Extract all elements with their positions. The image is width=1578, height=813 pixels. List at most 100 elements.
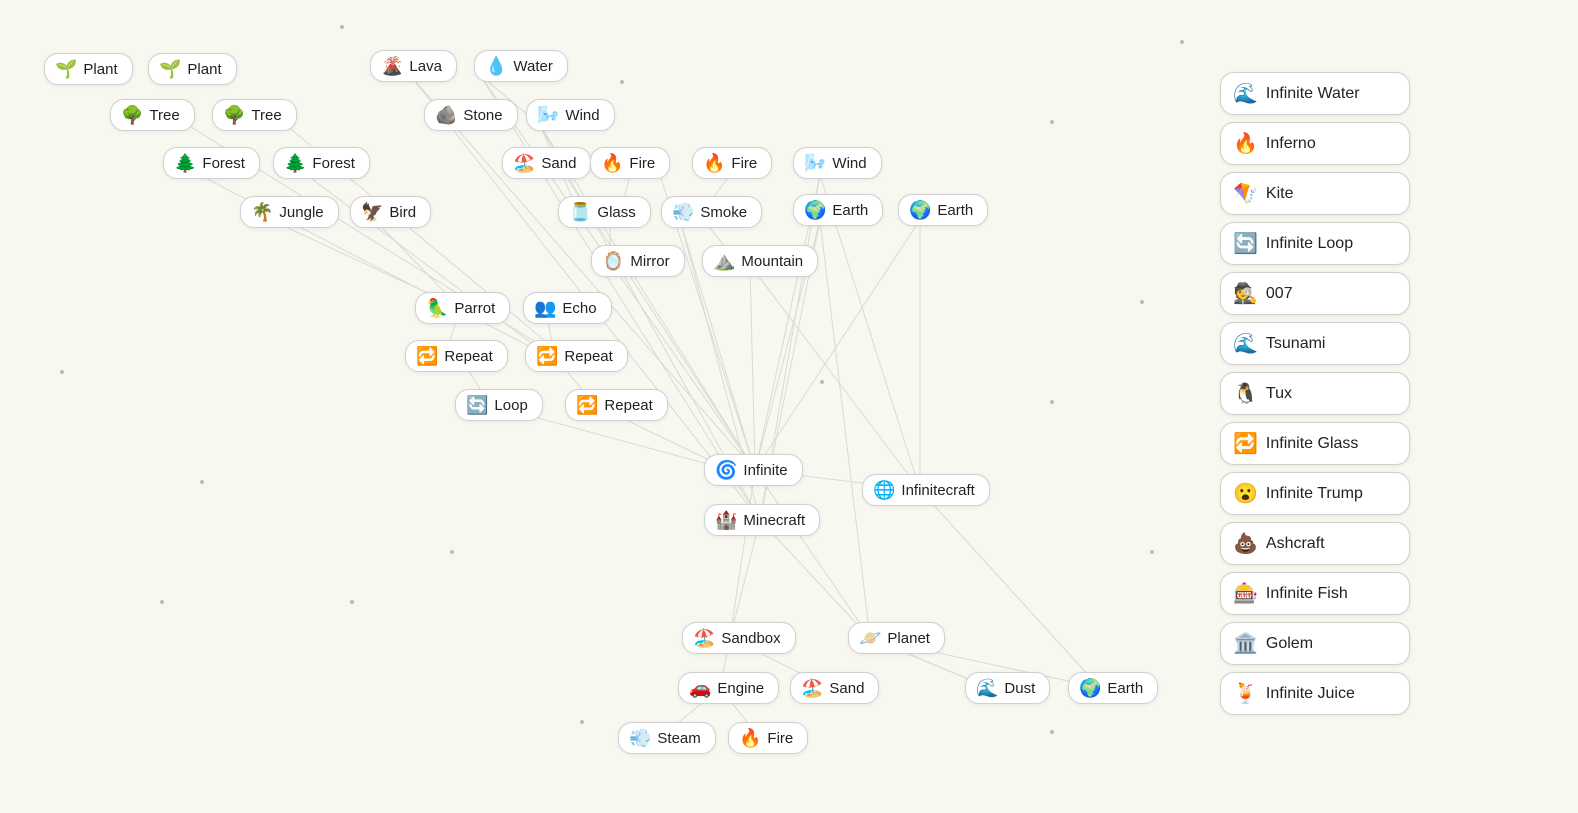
sidebar-item-s11[interactable]: 🎰Infinite Fish: [1220, 572, 1410, 615]
sidebar-item-s13[interactable]: 🍹Infinite Juice: [1220, 672, 1410, 715]
craft-item-parrot1[interactable]: 🦜Parrot: [415, 292, 510, 324]
craft-item-plant1[interactable]: 🌱Plant: [44, 53, 133, 85]
item-label: Infinitecraft: [901, 482, 974, 499]
sidebar-label: Golem: [1266, 635, 1313, 653]
craft-item-forest1[interactable]: 🌲Forest: [163, 147, 260, 179]
craft-item-repeat3[interactable]: 🔁 Repeat: [565, 389, 668, 421]
background-dot: [1050, 400, 1054, 404]
background-dot: [1050, 730, 1054, 734]
item-label: Water: [513, 58, 552, 75]
sidebar-item-s9[interactable]: 😮Infinite Trump: [1220, 472, 1410, 515]
craft-item-steam1[interactable]: 💨 Steam: [618, 722, 716, 754]
background-dot: [820, 380, 824, 384]
craft-item-loop1[interactable]: 🔄Loop: [455, 389, 543, 421]
craft-item-fire1[interactable]: 🔥Fire: [590, 147, 670, 179]
item-label: Forest: [202, 155, 245, 172]
fire-icon: 🔥: [601, 154, 623, 172]
sidebar-label: 007: [1266, 285, 1293, 303]
minecraft-icon: 🏰: [715, 511, 737, 529]
craft-item-fire3[interactable]: 🔥Fire: [728, 722, 808, 754]
background-dot: [580, 720, 584, 724]
item-label: Wind: [565, 107, 599, 124]
echo-icon: 👥: [534, 299, 556, 317]
craft-item-echo1[interactable]: 👥Echo: [523, 292, 612, 324]
sidebar-label: Infinite Trump: [1266, 485, 1363, 503]
item-label: Repeat: [604, 397, 652, 414]
background-dot: [620, 80, 624, 84]
craft-item-repeat1[interactable]: 🔁Repeat: [405, 340, 508, 372]
dust-icon: 🌊: [976, 679, 998, 697]
sidebar-label: Infinite Loop: [1266, 235, 1353, 253]
craft-item-minecraft1[interactable]: 🏰 Minecraft: [704, 504, 820, 536]
craft-item-sand1[interactable]: 🏖️Sand: [502, 147, 591, 179]
item-label: Tree: [149, 107, 179, 124]
ashcraft-icon: 💩: [1233, 531, 1258, 556]
craft-item-tree2[interactable]: 🌳Tree: [212, 99, 297, 131]
item-label: Steam: [657, 730, 700, 747]
craft-item-forest2[interactable]: 🌲Forest: [273, 147, 370, 179]
sidebar-item-s7[interactable]: 🐧Tux: [1220, 372, 1410, 415]
craft-item-infinitecraft1[interactable]: 🌐Infinitecraft: [862, 474, 990, 506]
sidebar-item-s2[interactable]: 🔥Inferno: [1220, 122, 1410, 165]
fire-icon: 🔥: [739, 729, 761, 747]
sidebar-item-s8[interactable]: 🔁Infinite Glass: [1220, 422, 1410, 465]
repeat-icon: 🔁: [576, 396, 598, 414]
item-label: Forest: [312, 155, 355, 172]
background-dot: [200, 480, 204, 484]
steam-icon: 💨: [629, 729, 651, 747]
craft-item-mountain1[interactable]: ⛰️Mountain: [702, 245, 818, 277]
craft-item-repeat2[interactable]: 🔁Repeat: [525, 340, 628, 372]
tux-icon: 🐧: [1233, 381, 1258, 406]
sidebar-label: Inferno: [1266, 135, 1316, 153]
craft-item-earth2[interactable]: 🌍 Earth: [898, 194, 988, 226]
infinite-juice-icon: 🍹: [1233, 681, 1258, 706]
background-dot: [450, 550, 454, 554]
sidebar-label: Kite: [1266, 185, 1294, 203]
craft-item-glass1[interactable]: 🫙Glass: [558, 196, 651, 228]
craft-item-jungle1[interactable]: 🌴Jungle: [240, 196, 339, 228]
sidebar-label: Ashcraft: [1266, 535, 1325, 553]
craft-item-earth3[interactable]: 🌍Earth: [1068, 672, 1158, 704]
item-label: Mountain: [741, 253, 803, 270]
craft-item-planet1[interactable]: 🪐Planet: [848, 622, 945, 654]
craft-item-tree1[interactable]: 🌳Tree: [110, 99, 195, 131]
craft-item-dust1[interactable]: 🌊Dust: [965, 672, 1050, 704]
sand-icon: 🏖️: [513, 154, 535, 172]
stone-icon: 🪨: [435, 106, 457, 124]
sidebar-item-s3[interactable]: 🪁Kite: [1220, 172, 1410, 215]
item-label: Earth: [937, 202, 973, 219]
earth-icon: 🌍: [909, 201, 931, 219]
lava-icon: 🌋: [381, 57, 403, 75]
craft-item-plant2[interactable]: 🌱Plant: [148, 53, 237, 85]
infinite-glass-icon: 🔁: [1233, 431, 1258, 456]
craft-item-water1[interactable]: 💧Water: [474, 50, 568, 82]
sidebar-item-s10[interactable]: 💩 Ashcraft: [1220, 522, 1410, 565]
item-label: Minecraft: [743, 512, 805, 529]
craft-item-sand2[interactable]: 🏖️Sand: [790, 672, 879, 704]
craft-item-smoke1[interactable]: 💨Smoke: [661, 196, 762, 228]
craft-item-bird1[interactable]: 🦅Bird: [350, 196, 431, 228]
craft-item-wind1[interactable]: 🌬️Wind: [526, 99, 615, 131]
infinite-icon: 🌀: [715, 461, 737, 479]
sidebar-item-s12[interactable]: 🏛️ Golem: [1220, 622, 1410, 665]
sidebar-item-s1[interactable]: 🌊 Infinite Water: [1220, 72, 1410, 115]
craft-item-mirror1[interactable]: 🪞Mirror: [591, 245, 685, 277]
craft-item-engine1[interactable]: 🚗Engine: [678, 672, 779, 704]
craft-item-wind2[interactable]: 🌬️Wind: [793, 147, 882, 179]
sidebar-item-s6[interactable]: 🌊Tsunami: [1220, 322, 1410, 365]
craft-item-infinite1[interactable]: 🌀Infinite: [704, 454, 803, 486]
sandbox-icon: 🏖️: [693, 629, 715, 647]
infinite-water-icon: 🌊: [1233, 81, 1258, 106]
sidebar-label: Infinite Water: [1266, 85, 1360, 103]
golem-icon: 🏛️: [1233, 631, 1258, 656]
craft-item-earth1[interactable]: 🌍Earth: [793, 194, 883, 226]
craft-item-lava1[interactable]: 🌋Lava: [370, 50, 457, 82]
earth-icon: 🌍: [804, 201, 826, 219]
tree-icon: 🌳: [223, 106, 245, 124]
sidebar-item-s5[interactable]: 🕵️007: [1220, 272, 1410, 315]
craft-item-fire2[interactable]: 🔥Fire: [692, 147, 772, 179]
craft-item-sandbox1[interactable]: 🏖️Sandbox: [682, 622, 796, 654]
background-dot: [1150, 550, 1154, 554]
craft-item-stone1[interactable]: 🪨Stone: [424, 99, 518, 131]
sidebar-item-s4[interactable]: 🔄Infinite Loop: [1220, 222, 1410, 265]
